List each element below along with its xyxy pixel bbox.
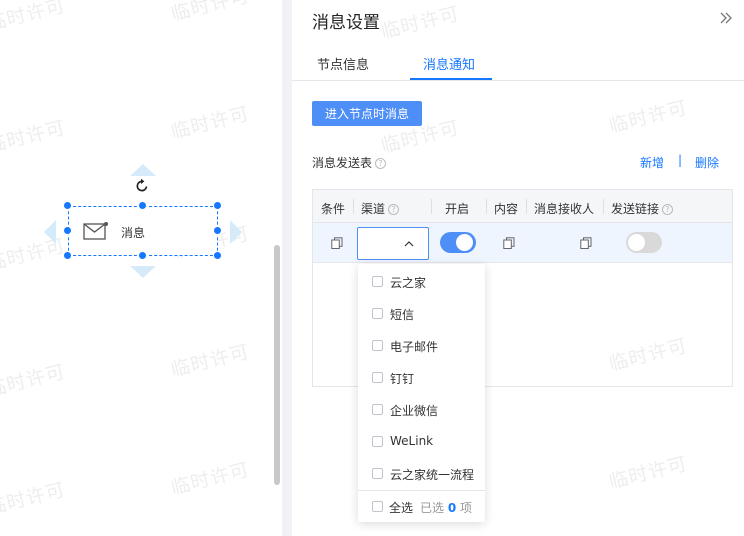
checkbox[interactable] bbox=[372, 340, 383, 351]
header-recipients: 消息接收人 bbox=[534, 202, 595, 216]
connect-arrow-left-icon[interactable] bbox=[44, 220, 56, 244]
header-enabled: 开启 bbox=[445, 202, 470, 216]
checkbox[interactable] bbox=[372, 436, 383, 447]
connect-arrow-right-icon[interactable] bbox=[230, 220, 242, 244]
chevron-up-icon bbox=[404, 241, 414, 247]
connect-arrow-up-icon[interactable] bbox=[130, 164, 156, 176]
channel-option-welink[interactable]: WeLink bbox=[372, 433, 482, 451]
header-condition: 条件 bbox=[321, 202, 346, 216]
help-icon[interactable]: ? bbox=[662, 204, 674, 215]
toggle-knob bbox=[456, 234, 473, 251]
node-label: 消息 bbox=[121, 226, 146, 240]
column-divider bbox=[431, 199, 432, 214]
resize-handle[interactable] bbox=[63, 251, 72, 260]
selected-count: 已选 0 项 bbox=[420, 501, 473, 515]
message-node[interactable]: 消息 bbox=[68, 206, 218, 256]
watermark: 临时许可 bbox=[0, 116, 68, 158]
column-divider bbox=[603, 199, 604, 214]
watermark: 临时许可 bbox=[378, 2, 462, 44]
channel-dropdown: 云之家 短信 电子邮件 钉钉 企业微信 WeLink 云之家统一流程 全选 已选… bbox=[358, 264, 485, 522]
channel-option-yunzhijia-flow[interactable]: 云之家统一流程 bbox=[372, 465, 482, 483]
watermark: 临时许可 bbox=[0, 478, 68, 520]
send-link-toggle[interactable] bbox=[626, 232, 662, 253]
header-channel: 渠道? bbox=[361, 200, 400, 217]
message-node-selection[interactable]: 消息 bbox=[40, 162, 245, 280]
collapse-panel-icon[interactable] bbox=[718, 10, 734, 26]
resize-handle[interactable] bbox=[63, 226, 72, 235]
copy-icon[interactable] bbox=[580, 237, 592, 249]
settings-tabs: 节点信息 消息通知 bbox=[292, 46, 744, 81]
resize-handle[interactable] bbox=[63, 201, 72, 210]
header-content: 内容 bbox=[494, 202, 519, 216]
resize-handle[interactable] bbox=[138, 251, 147, 260]
channel-option-wecom[interactable]: 企业微信 bbox=[372, 401, 482, 419]
resize-handle[interactable] bbox=[213, 201, 222, 210]
toggle-knob bbox=[628, 234, 645, 251]
connect-arrow-down-icon[interactable] bbox=[130, 266, 156, 278]
resize-handle[interactable] bbox=[213, 251, 222, 260]
send-table-label: 消息发送表? bbox=[312, 154, 387, 171]
canvas-scrollbar[interactable] bbox=[274, 245, 280, 485]
watermark: 临时许可 bbox=[168, 0, 252, 26]
column-divider bbox=[353, 199, 354, 214]
link-separator: | bbox=[678, 153, 683, 167]
rotate-icon[interactable] bbox=[134, 178, 150, 194]
watermark: 临时许可 bbox=[168, 340, 252, 382]
copy-icon[interactable] bbox=[503, 237, 515, 249]
delete-link[interactable]: 删除 bbox=[695, 154, 719, 171]
channel-option-dingtalk[interactable]: 钉钉 bbox=[372, 369, 482, 387]
select-all-label[interactable]: 全选 bbox=[389, 499, 413, 516]
checkbox[interactable] bbox=[372, 468, 383, 479]
checkbox[interactable] bbox=[372, 404, 383, 415]
tab-node-info[interactable]: 节点信息 bbox=[317, 54, 369, 73]
panel-divider bbox=[282, 0, 292, 536]
watermark: 临时许可 bbox=[168, 102, 252, 144]
flow-canvas[interactable]: 临时许可 临时许可 临时许可 临时许可 临时许可 临时许可 临时许可 临时许可 … bbox=[0, 0, 282, 536]
watermark: 临时许可 bbox=[606, 452, 690, 494]
enabled-toggle[interactable] bbox=[440, 232, 476, 253]
dropdown-footer: 全选 已选 0 项 bbox=[358, 490, 485, 522]
envelope-icon bbox=[83, 222, 108, 240]
channel-option-email[interactable]: 电子邮件 bbox=[372, 337, 482, 355]
active-tab-indicator bbox=[410, 78, 492, 80]
tab-message-notify[interactable]: 消息通知 bbox=[423, 54, 475, 73]
checkbox[interactable] bbox=[372, 276, 383, 287]
help-icon[interactable]: ? bbox=[375, 158, 387, 169]
channel-option-yunzhijia[interactable]: 云之家 bbox=[372, 273, 482, 291]
channel-select[interactable] bbox=[357, 227, 429, 260]
column-divider bbox=[526, 199, 527, 214]
panel-title: 消息设置 bbox=[312, 13, 380, 33]
resize-handle[interactable] bbox=[213, 226, 222, 235]
copy-icon[interactable] bbox=[331, 237, 343, 249]
select-all-checkbox[interactable] bbox=[372, 501, 383, 512]
watermark: 临时许可 bbox=[606, 96, 690, 138]
channel-option-sms[interactable]: 短信 bbox=[372, 305, 482, 323]
enter-node-message-button[interactable]: 进入节点时消息 bbox=[312, 101, 422, 126]
resize-handle[interactable] bbox=[138, 201, 147, 210]
add-link[interactable]: 新增 bbox=[640, 154, 664, 171]
checkbox[interactable] bbox=[372, 308, 383, 319]
table-header: 条件 渠道? 开启 内容 消息接收人 发送链接? bbox=[313, 190, 732, 223]
watermark: 临时许可 bbox=[0, 0, 68, 36]
column-divider bbox=[486, 199, 487, 214]
watermark: 临时许可 bbox=[0, 360, 68, 402]
table-row bbox=[313, 223, 732, 263]
help-icon[interactable]: ? bbox=[388, 204, 400, 215]
watermark: 临时许可 bbox=[168, 458, 252, 500]
checkbox[interactable] bbox=[372, 372, 383, 383]
header-send-link: 发送链接? bbox=[611, 200, 674, 217]
